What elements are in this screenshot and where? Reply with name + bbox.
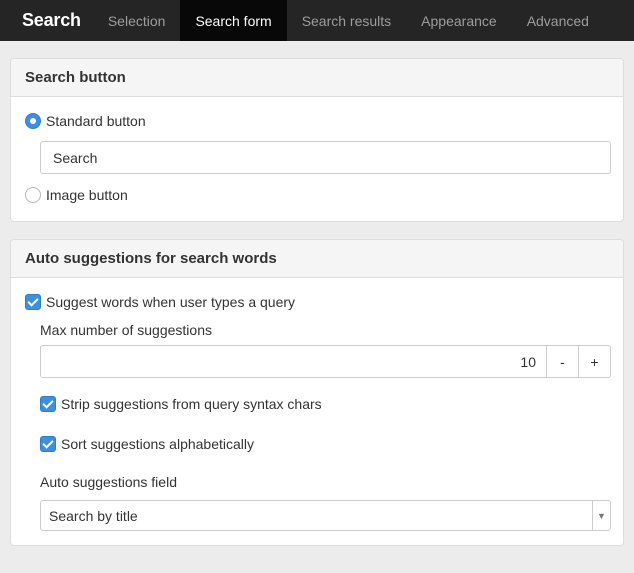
select-value: Search by title: [49, 507, 138, 524]
strip-syntax-label: Strip suggestions from query syntax char…: [61, 396, 322, 412]
tab-selection[interactable]: Selection: [93, 0, 181, 41]
app-brand[interactable]: Search: [10, 0, 93, 41]
image-button-radio[interactable]: [25, 187, 41, 203]
standard-button-option[interactable]: Standard button: [25, 109, 609, 133]
tab-search-results[interactable]: Search results: [287, 0, 406, 41]
tab-appearance[interactable]: Appearance: [406, 0, 512, 41]
tab-advanced[interactable]: Advanced: [512, 0, 604, 41]
image-button-option[interactable]: Image button: [25, 183, 609, 207]
panel-title: Auto suggestions for search words: [11, 240, 623, 278]
main-content: Search button Standard button Image butt…: [0, 41, 634, 546]
panel-body: Suggest words when user types a query Ma…: [11, 278, 623, 545]
increment-button[interactable]: +: [578, 346, 610, 377]
image-button-label: Image button: [46, 187, 128, 203]
strip-syntax-checkbox[interactable]: [40, 396, 56, 412]
strip-syntax-option[interactable]: Strip suggestions from query syntax char…: [40, 392, 609, 416]
standard-button-label: Standard button: [46, 113, 146, 129]
dropdown-arrow-icon: ▼: [592, 501, 610, 530]
panel-title: Search button: [11, 59, 623, 97]
auto-suggestions-field-select[interactable]: Search by title ▼: [40, 500, 611, 531]
sort-alpha-option[interactable]: Sort suggestions alphabetically: [40, 432, 609, 456]
tab-search-form[interactable]: Search form: [180, 0, 287, 41]
suggest-words-label: Suggest words when user types a query: [46, 294, 296, 310]
max-suggestions-stepper: - +: [40, 345, 611, 378]
auto-suggestions-field-label: Auto suggestions field: [40, 474, 177, 490]
max-suggestions-input[interactable]: [41, 346, 546, 377]
panel-body: Standard button Image button: [11, 97, 623, 221]
max-suggestions-label: Max number of suggestions: [40, 322, 212, 338]
decrement-button[interactable]: -: [546, 346, 578, 377]
sort-alpha-checkbox[interactable]: [40, 436, 56, 452]
suggestion-settings: Max number of suggestions - + Strip sugg…: [40, 320, 611, 531]
button-text-input[interactable]: [40, 141, 611, 174]
sort-alpha-label: Sort suggestions alphabetically: [61, 436, 255, 452]
auto-suggestions-panel: Auto suggestions for search words Sugges…: [10, 239, 624, 546]
top-navbar: Search Selection Search form Search resu…: [0, 0, 634, 41]
suggest-words-option[interactable]: Suggest words when user types a query: [25, 290, 609, 314]
search-button-panel: Search button Standard button Image butt…: [10, 58, 624, 222]
suggest-words-checkbox[interactable]: [25, 294, 41, 310]
standard-button-radio[interactable]: [25, 113, 41, 129]
